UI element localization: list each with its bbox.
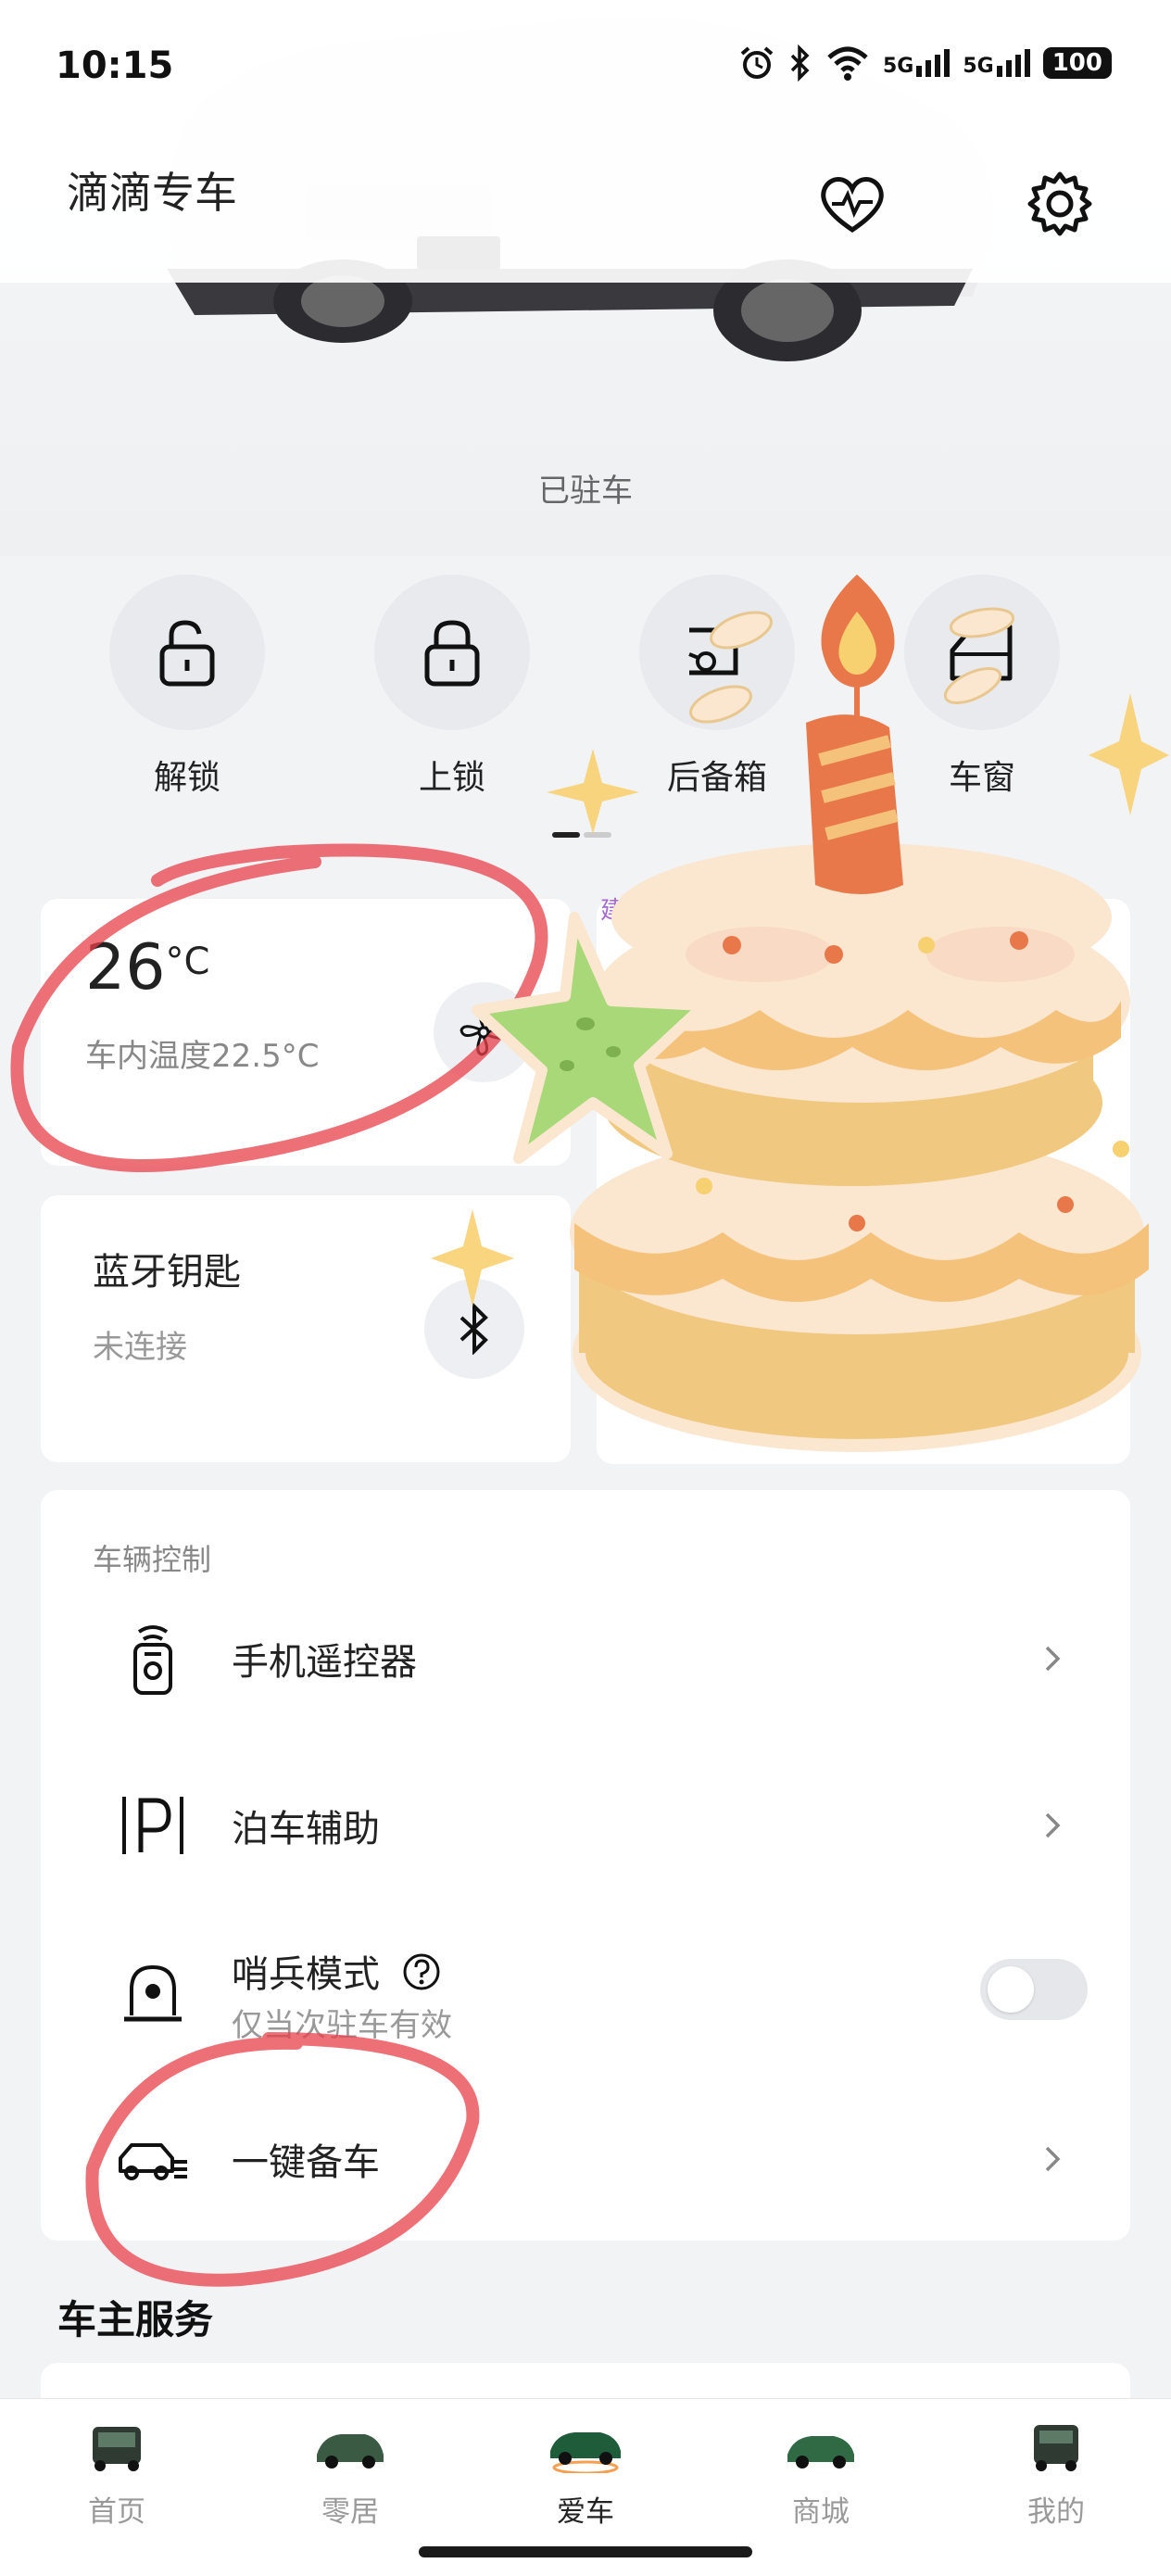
window-label: 车窗 <box>948 759 1015 797</box>
bluetooth-key-title: 蓝牙钥匙 <box>93 1251 241 1294</box>
one-click-prep-label: 一键备车 <box>232 2141 380 2184</box>
vehicle-control-heading: 车辆控制 <box>93 1542 212 1577</box>
status-time: 10:15 <box>56 44 174 87</box>
network-label-2: 5G <box>963 55 994 78</box>
remote-control-row[interactable]: 手机遥控器 <box>41 1575 1130 1742</box>
inner-temperature: 车内温度22.5°C <box>85 1038 320 1075</box>
nav-my-car[interactable]: 爱车 <box>502 2418 669 2530</box>
nav-mall[interactable]: 商城 <box>737 2418 904 2530</box>
network-label-1: 5G <box>882 55 914 78</box>
nav-home-label: 首页 <box>88 2495 145 2529</box>
home-car-icon <box>93 2427 141 2471</box>
trunk-icon <box>688 627 738 676</box>
nav-lingju-label: 零居 <box>321 2495 379 2529</box>
my-car-icon <box>550 2432 621 2475</box>
nav-mall-label: 商城 <box>792 2495 850 2529</box>
owner-services-title: 车主服务 <box>57 2297 214 2342</box>
bluetooth-key-status: 未连接 <box>93 1329 187 1366</box>
me-car-icon <box>1034 2425 1078 2471</box>
mall-car-icon <box>787 2436 854 2469</box>
lock-circle <box>374 575 530 730</box>
wifi-icon <box>827 46 868 81</box>
climate-temperature: 26°C <box>85 931 209 1004</box>
one-click-prep-row[interactable]: 一键备车 <box>41 2076 1130 2242</box>
lingju-car-icon <box>317 2434 384 2469</box>
trunk-label: 后备箱 <box>666 759 767 797</box>
page-dot-active <box>552 832 580 838</box>
window-button[interactable]: 车窗 <box>889 575 1075 799</box>
lock-button[interactable]: 上锁 <box>359 575 545 799</box>
unlock-button[interactable]: 解锁 <box>94 575 280 799</box>
sentinel-mode-subtitle: 仅当次驻车有效 <box>232 2007 452 2044</box>
unlock-circle <box>109 575 265 730</box>
partial-tag: 建 <box>600 897 625 925</box>
car-status: 已驻车 <box>538 473 633 510</box>
bluetooth-button[interactable] <box>424 1279 524 1379</box>
status-icons: 5G 5G 100 <box>738 44 1112 82</box>
page-dot <box>584 832 611 838</box>
bluetooth-status-icon <box>790 44 810 82</box>
unlock-label: 解锁 <box>153 759 220 797</box>
window-icon <box>950 624 1013 681</box>
battery-icon: 100 <box>1042 47 1112 79</box>
sentinel-mode-label: 哨兵模式 <box>232 1944 442 1998</box>
nav-me-label: 我的 <box>1027 2495 1085 2529</box>
parking-assist-label: 泊车辅助 <box>232 1808 380 1850</box>
help-icon[interactable] <box>401 1951 442 1992</box>
sentinel-mode-row <box>41 1909 1130 2076</box>
remote-control-label: 手机遥控器 <box>232 1641 417 1684</box>
settings-gear-icon[interactable] <box>1023 167 1097 241</box>
bluetooth-icon <box>460 1303 488 1355</box>
nav-home[interactable]: 首页 <box>33 2418 200 2530</box>
page-indicator <box>552 832 611 838</box>
sentinel-mode-text: 哨兵模式 <box>232 1953 380 1996</box>
lock-icon <box>424 620 480 687</box>
unlock-icon <box>159 620 215 687</box>
car-prep-icon <box>119 2143 187 2180</box>
chevron-right-icon <box>1045 1646 1061 1672</box>
sentinel-icon <box>124 1964 182 2022</box>
temperature-unit: °C <box>165 941 210 983</box>
sentinel-mode-toggle[interactable] <box>980 1959 1088 2020</box>
remote-control-icon <box>133 1625 172 1695</box>
temperature-value: 26 <box>85 931 166 1004</box>
trunk-button[interactable]: 后备箱 <box>624 575 810 799</box>
page-title: 滴滴专车 <box>67 168 237 218</box>
sparkle-2 <box>1089 693 1169 815</box>
fan-button[interactable] <box>434 982 534 1082</box>
window-circle <box>904 575 1060 730</box>
signal-1-icon: 5G <box>882 49 951 78</box>
fan-icon <box>460 1008 508 1056</box>
chevron-right-icon <box>1045 1812 1061 1838</box>
right-status-card[interactable] <box>597 899 1130 1464</box>
nav-my-car-label: 爱车 <box>557 2495 614 2529</box>
parking-icon <box>122 1797 183 1854</box>
chevron-right-icon <box>1045 2146 1061 2172</box>
nav-me[interactable]: 我的 <box>973 2418 1140 2530</box>
lock-label: 上锁 <box>418 759 485 797</box>
top-bar <box>0 0 1171 283</box>
signal-2-icon: 5G <box>963 49 1030 78</box>
heart-health-icon[interactable] <box>815 167 889 241</box>
toggle-knob <box>988 1966 1034 2013</box>
parking-assist-row[interactable]: 泊车辅助 <box>41 1742 1130 1909</box>
nav-lingju[interactable]: 零居 <box>267 2418 434 2530</box>
alarm-icon <box>740 46 774 79</box>
screen: { "status_bar": {"time": "10:15", "netwo… <box>0 0 1171 2576</box>
trunk-circle <box>639 575 795 730</box>
home-indicator[interactable] <box>419 2546 752 2557</box>
